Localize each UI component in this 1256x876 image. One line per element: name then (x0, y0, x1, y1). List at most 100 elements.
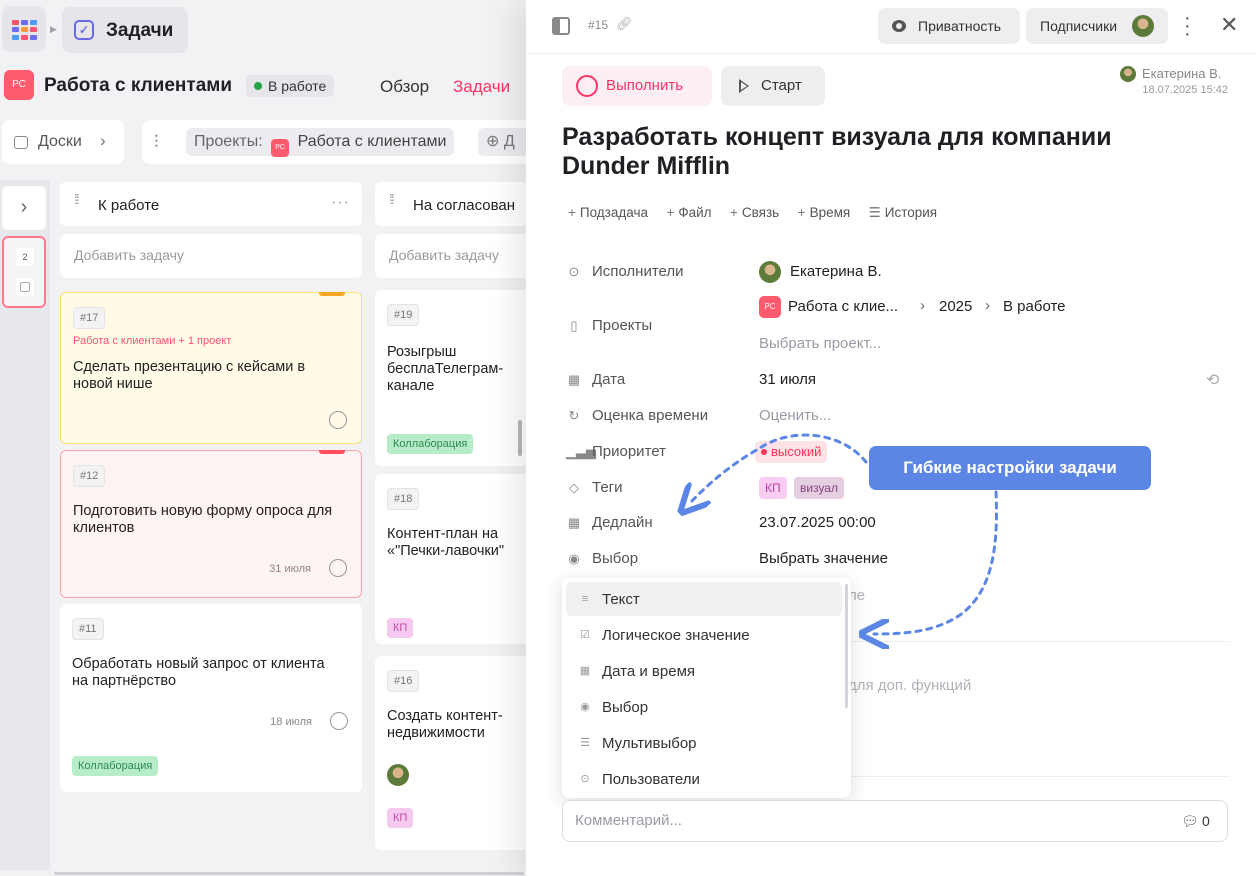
add-task-button[interactable]: Добавить задачу (375, 234, 540, 278)
complete-label: Выполнить (606, 77, 684, 94)
column-header[interactable]: ⁞⁞ На согласован (375, 182, 540, 226)
field-type-select[interactable]: ◉ Выбор (566, 690, 842, 724)
field-type-boolean[interactable]: ☑ Логическое значение (566, 618, 842, 652)
apps-button[interactable] (2, 6, 46, 52)
toggle-sidebar-icon[interactable] (552, 17, 570, 35)
card-date: 31 июля (269, 563, 311, 575)
tag-chip[interactable]: КП (759, 477, 787, 499)
tasks-section-button[interactable]: ✓ Задачи (62, 7, 188, 53)
assignee-avatar (387, 764, 409, 786)
tag-chip[interactable]: визуал (794, 477, 844, 499)
filter-sliders-icon[interactable]: ⫶ (154, 132, 159, 153)
projects-filter-chip[interactable]: Проекты: РС Работа с клиентами (186, 128, 455, 157)
field-type-users[interactable]: ⊙ Пользователи (566, 762, 842, 796)
card-title: Подготовить новую форму опроса для клиен… (73, 503, 333, 536)
task-title[interactable]: Разработать концепт визуала для компании… (562, 123, 1202, 181)
pinned-count: 2 (16, 248, 34, 266)
add-link-button[interactable]: + Связь (730, 205, 779, 220)
more-icon[interactable]: ··· (331, 194, 350, 212)
add-task-label: Добавить задачу (389, 247, 499, 263)
users-icon: ⊙ (580, 773, 590, 785)
chevron-right-icon: › (100, 131, 106, 150)
field-type-datetime[interactable]: ▦ Дата и время (566, 654, 842, 688)
project-avatar: РС (759, 296, 781, 318)
task-card[interactable]: #11 Обработать новый запрос от клиента н… (60, 604, 362, 792)
chevron-right-icon: › (920, 297, 925, 314)
assignee-name[interactable]: Екатерина В. (790, 263, 882, 280)
plus-icon: + (797, 205, 806, 220)
history-label: История (884, 205, 938, 220)
choice-select[interactable]: Выбрать значение (759, 550, 888, 567)
pinned-items[interactable]: 2 (2, 236, 46, 308)
complete-circle-icon[interactable] (329, 559, 347, 577)
tag-icon: ◇ (569, 480, 579, 495)
task-card[interactable]: #16 Создать контент-недвижимости КП (375, 656, 540, 850)
choice-label: Выбор (592, 550, 639, 567)
choose-project-link[interactable]: Выбрать проект... (759, 335, 881, 352)
app-topbar: ▶ ✓ Задачи (0, 0, 540, 58)
project-status-badge[interactable]: В работе (246, 75, 335, 97)
drag-handle-icon[interactable]: ⁞⁞ (74, 192, 80, 206)
dropdown-scrollbar[interactable] (845, 584, 848, 708)
author-avatar (1120, 66, 1136, 82)
boards-label: Доски (38, 133, 82, 150)
field-type-label: Выбор (602, 699, 649, 716)
repeat-icon[interactable]: ⟲ (1206, 370, 1219, 390)
add-time-label: Время (809, 205, 851, 220)
chevron-right-icon: › (985, 297, 990, 314)
add-time-button[interactable]: + Время (798, 205, 851, 220)
field-type-multiselect[interactable]: ☰ Мультивыбор (566, 726, 842, 760)
comment-input[interactable]: Комментарий... 💬︎ 0 (562, 800, 1228, 842)
assignee-avatar (759, 261, 781, 283)
drag-handle-icon[interactable]: ⁞⁞ (389, 192, 395, 206)
comments-icon[interactable]: 💬︎ (1181, 813, 1199, 830)
column-header[interactable]: ⁞⁞ К работе ··· (60, 182, 362, 226)
history-button[interactable]: ☰ История (869, 205, 937, 221)
deadline-value[interactable]: 23.07.2025 00:00 (759, 514, 876, 531)
date-value[interactable]: 31 июля (759, 371, 816, 388)
add-subtask-label: Подзадача (579, 205, 649, 220)
task-card[interactable]: #17 Работа с клиентами + 1 проект Сделат… (60, 292, 362, 444)
add-link-label: Связь (741, 205, 780, 220)
field-type-text[interactable]: ≡ Текст (566, 582, 842, 616)
author-name: Екатерина В. (1142, 66, 1222, 81)
project-path-stage[interactable]: В работе (1003, 298, 1066, 315)
project-path-name[interactable]: Работа с клие... (788, 298, 898, 315)
filter-project-name: Работа с клиентами (297, 133, 447, 150)
expand-button[interactable]: › (2, 186, 46, 230)
close-icon[interactable]: ✕ (1220, 12, 1238, 38)
estimate-input[interactable]: Оценить... (759, 407, 831, 424)
add-subtask-button[interactable]: + Подзадача (568, 205, 648, 220)
board-scrollbar[interactable] (518, 420, 522, 456)
board-horizontal-scrollbar[interactable] (54, 872, 524, 875)
task-card[interactable]: #12 Подготовить новую форму опроса для к… (60, 450, 362, 598)
privacy-button[interactable]: Приватность (878, 8, 1020, 44)
checkbox-icon: ☑ (580, 629, 590, 641)
card-title: Розыгрыш бесплаТелеграм-канале (387, 344, 504, 394)
complete-button[interactable]: Выполнить (562, 66, 712, 106)
complete-circle-icon[interactable] (329, 411, 347, 429)
signal-bars-icon: ▁▃▅ (566, 444, 596, 459)
add-file-button[interactable]: + Файл (666, 205, 711, 220)
radio-select-icon: ◉ (580, 701, 590, 713)
priority-flag (319, 292, 345, 296)
start-button[interactable]: Старт (721, 66, 825, 106)
callout-label: Гибкие настройки задачи (869, 446, 1151, 490)
task-card[interactable]: #19 Розыгрыш бесплаТелеграм-канале Колла… (375, 290, 540, 466)
tab-tasks[interactable]: Задачи (453, 77, 510, 97)
priority-value: высокий (771, 444, 822, 459)
complete-circle-icon[interactable] (330, 712, 348, 730)
priority-badge[interactable]: высокий (755, 441, 828, 463)
subscribers-button[interactable]: Подписчики (1026, 8, 1168, 44)
boards-button[interactable]: Доски › (2, 120, 124, 164)
more-vertical-icon[interactable]: · · · (1184, 8, 1191, 44)
task-card[interactable]: #18 Контент-план на «"Печки-лавочки" КП (375, 474, 540, 644)
add-task-button[interactable]: Добавить задачу (60, 234, 362, 278)
project-path-year[interactable]: 2025 (939, 298, 972, 315)
link-icon[interactable]: 🔗︎ (616, 16, 633, 32)
priority-dot-icon (761, 449, 767, 455)
task-actions: + Подзадача + Файл + Связь + Время ☰ История (568, 204, 951, 224)
panel-header: #15 🔗︎ Приватность Подписчики · · · ✕ (526, 0, 1256, 54)
card-project: Работа с клиентами + 1 проект (73, 335, 232, 347)
tab-overview[interactable]: Обзор (380, 77, 429, 97)
